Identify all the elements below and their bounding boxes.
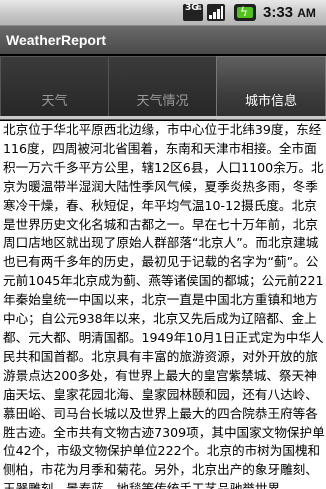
- battery-charging-icon: ϟ: [234, 4, 256, 21]
- tab-weather[interactable]: 天气: [0, 56, 109, 120]
- city-info-content[interactable]: 北京位于华北平原西北边缘，市中心位于北纬39度，东经116度，四周被河北省围着，…: [0, 121, 326, 489]
- app-title: WeatherReport: [6, 32, 107, 48]
- city-info-text: 北京位于华北平原西北边缘，市中心位于北纬39度，东经116度，四周被河北省围着，…: [3, 122, 325, 489]
- tab-weather-conditions-label: 天气情况: [136, 94, 189, 109]
- network-3g-icon: 3G ⇅: [183, 4, 203, 21]
- status-clock: 3:33 AM: [263, 3, 316, 23]
- signal-bars-icon: [207, 4, 225, 21]
- tab-city-info[interactable]: 城市信息: [216, 56, 326, 120]
- app-title-bar: WeatherReport: [0, 26, 326, 54]
- tab-weather-label: 天气: [41, 94, 68, 109]
- status-bar: 3G ⇅ ϟ 3:33 AM: [0, 0, 326, 25]
- data-activity-arrows-icon: ⇅: [196, 4, 202, 12]
- clock-time: 3:33: [263, 4, 294, 21]
- tab-underline: [0, 116, 326, 119]
- charging-bolt-icon: ϟ: [240, 5, 248, 19]
- tab-bar: 天气 天气情况 城市信息: [0, 56, 326, 120]
- clock-ampm: AM: [297, 6, 316, 20]
- tab-weather-conditions[interactable]: 天气情况: [108, 56, 217, 120]
- tab-city-info-label: 城市信息: [244, 94, 297, 109]
